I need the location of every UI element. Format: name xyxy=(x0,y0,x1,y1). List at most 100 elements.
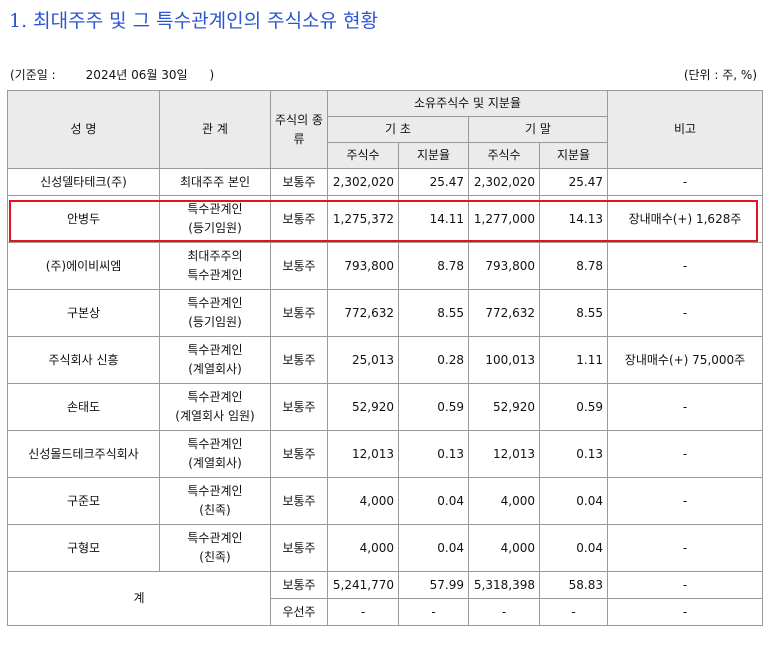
row-end-shares: 1,277,000 xyxy=(468,195,540,243)
row-type: 보통주 xyxy=(270,242,328,290)
base-date-open: (기준일 : xyxy=(10,68,56,82)
row-relation-line1: 특수관계인 xyxy=(187,343,243,358)
table-header: 성 명 관 계 주식의 종류 소유주식수 및 지분율 비고 기 초 기 말 주식… xyxy=(7,90,763,169)
base-date: (기준일 : 2024년 06월 30일) xyxy=(10,66,214,83)
row-relation: 특수관계인 (친족) xyxy=(159,524,271,572)
table-row: 구형모 특수관계인 (친족) 보통주 4,000 0.04 4,000 0.04 … xyxy=(7,524,763,572)
row-begin-ratio: 25.47 xyxy=(398,168,469,196)
row-end-shares: 100,013 xyxy=(468,336,540,384)
row-relation-line2: (친족) xyxy=(199,503,231,517)
row-end-ratio: 0.13 xyxy=(539,430,608,478)
row-name: 안병두 xyxy=(7,195,160,243)
row-relation-line1: 특수관계인 xyxy=(187,484,243,499)
table-row: (주)에이비씨엠 최대주주의 특수관계인 보통주 793,800 8.78 793… xyxy=(7,242,763,290)
table-row: 구본상 특수관계인 (등기임원) 보통주 772,632 8.55 772,632… xyxy=(7,289,763,337)
row-type: 보통주 xyxy=(270,383,328,431)
row-relation-line2: (등기임원) xyxy=(188,315,242,329)
row-relation-line2: (친족) xyxy=(199,550,231,564)
row-end-shares: 52,920 xyxy=(468,383,540,431)
row-note: - xyxy=(607,430,763,478)
header-begin-ratio: 지분율 xyxy=(398,142,469,169)
page-title: 1. 최대주주 및 그 특수관계인의 주식소유 현황 xyxy=(9,10,379,32)
table-row: 신성델타테크(주) 최대주주 본인 보통주 2,302,020 25.47 2,… xyxy=(7,168,763,196)
row-end-shares: 4,000 xyxy=(468,524,540,572)
row-end-shares: 4,000 xyxy=(468,477,540,525)
row-begin-shares: 1,275,372 xyxy=(327,195,399,243)
row-name: 주식회사 신흥 xyxy=(7,336,160,384)
total-row-common: 계 보통주 5,241,770 57.99 5,318,398 58.83 - xyxy=(7,571,763,626)
row-begin-ratio: 0.59 xyxy=(398,383,469,431)
row-relation-line2: (계열회사) xyxy=(188,456,242,470)
table-row: 손태도 특수관계인 (계열회사 임원) 보통주 52,920 0.59 52,92… xyxy=(7,383,763,431)
row-end-ratio: 25.47 xyxy=(539,168,608,196)
row-end-ratio: 14.13 xyxy=(539,195,608,243)
row-name: 신성몰드테크주식회사 xyxy=(7,430,160,478)
table-row: 안병두 특수관계인 (등기임원) 보통주 1,275,372 14.11 1,27… xyxy=(7,195,763,243)
row-relation-line1: 특수관계인 xyxy=(187,390,243,405)
row-begin-shares: 25,013 xyxy=(327,336,399,384)
row-begin-shares: 12,013 xyxy=(327,430,399,478)
row-name: (주)에이비씨엠 xyxy=(7,242,160,290)
row-name: 구형모 xyxy=(7,524,160,572)
row-relation: 특수관계인 (친족) xyxy=(159,477,271,525)
header-end: 기 말 xyxy=(468,116,608,143)
shareholding-table: 성 명 관 계 주식의 종류 소유주식수 및 지분율 비고 기 초 기 말 주식… xyxy=(7,90,763,626)
row-begin-ratio: 8.78 xyxy=(398,242,469,290)
row-name: 구준모 xyxy=(7,477,160,525)
total-preferred-type: 우선주 xyxy=(270,598,328,626)
row-relation-line1: 특수관계인 xyxy=(187,437,243,452)
row-end-shares: 793,800 xyxy=(468,242,540,290)
total-preferred-note: - xyxy=(607,598,763,626)
header-holdings: 소유주식수 및 지분율 xyxy=(327,90,608,117)
row-relation-line2: (계열회사) xyxy=(188,362,242,376)
row-note: - xyxy=(607,242,763,290)
total-preferred-end-ratio: - xyxy=(539,598,608,626)
row-begin-ratio: 8.55 xyxy=(398,289,469,337)
total-common-end-shares: 5,318,398 xyxy=(468,571,540,599)
row-begin-shares: 4,000 xyxy=(327,477,399,525)
row-begin-shares: 772,632 xyxy=(327,289,399,337)
row-end-ratio: 0.04 xyxy=(539,477,608,525)
row-end-shares: 2,302,020 xyxy=(468,168,540,196)
row-relation-line1: 특수관계인 xyxy=(187,531,243,546)
header-relation: 관 계 xyxy=(159,90,271,169)
row-end-shares: 12,013 xyxy=(468,430,540,478)
row-note: - xyxy=(607,383,763,431)
header-end-shares: 주식수 xyxy=(468,142,540,169)
table-row: 주식회사 신흥 특수관계인 (계열회사) 보통주 25,013 0.28 100,… xyxy=(7,336,763,384)
table-body: 신성델타테크(주) 최대주주 본인 보통주 2,302,020 25.47 2,… xyxy=(7,168,763,626)
row-end-ratio: 0.59 xyxy=(539,383,608,431)
row-relation: 특수관계인 (등기임원) xyxy=(159,289,271,337)
row-end-ratio: 0.04 xyxy=(539,524,608,572)
row-note: 장내매수(+) 1,628주 xyxy=(607,195,763,243)
row-begin-shares: 52,920 xyxy=(327,383,399,431)
row-note: - xyxy=(607,524,763,572)
row-type: 보통주 xyxy=(270,336,328,384)
row-relation: 최대주주 본인 xyxy=(159,168,271,196)
header-note: 비고 xyxy=(607,90,763,169)
row-end-ratio: 8.78 xyxy=(539,242,608,290)
header-begin-shares: 주식수 xyxy=(327,142,399,169)
total-preferred-begin-ratio: - xyxy=(398,598,469,626)
row-begin-ratio: 0.04 xyxy=(398,524,469,572)
row-relation: 특수관계인 (계열회사 임원) xyxy=(159,383,271,431)
row-type: 보통주 xyxy=(270,524,328,572)
row-type: 보통주 xyxy=(270,477,328,525)
row-relation-line1: 특수관계인 xyxy=(187,202,243,217)
total-label: 계 xyxy=(7,571,271,626)
row-type: 보통주 xyxy=(270,195,328,243)
row-begin-ratio: 14.11 xyxy=(398,195,469,243)
row-type: 보통주 xyxy=(270,168,328,196)
row-relation-line2: (등기임원) xyxy=(188,221,242,235)
total-common-begin-ratio: 57.99 xyxy=(398,571,469,599)
row-name: 신성델타테크(주) xyxy=(7,168,160,196)
row-type: 보통주 xyxy=(270,289,328,337)
row-relation: 특수관계인 (계열회사) xyxy=(159,430,271,478)
row-begin-ratio: 0.28 xyxy=(398,336,469,384)
row-begin-ratio: 0.13 xyxy=(398,430,469,478)
base-date-close: ) xyxy=(209,68,215,82)
total-common-type: 보통주 xyxy=(270,571,328,599)
total-preferred-begin-shares: - xyxy=(327,598,399,626)
total-common-note: - xyxy=(607,571,763,599)
row-begin-shares: 4,000 xyxy=(327,524,399,572)
